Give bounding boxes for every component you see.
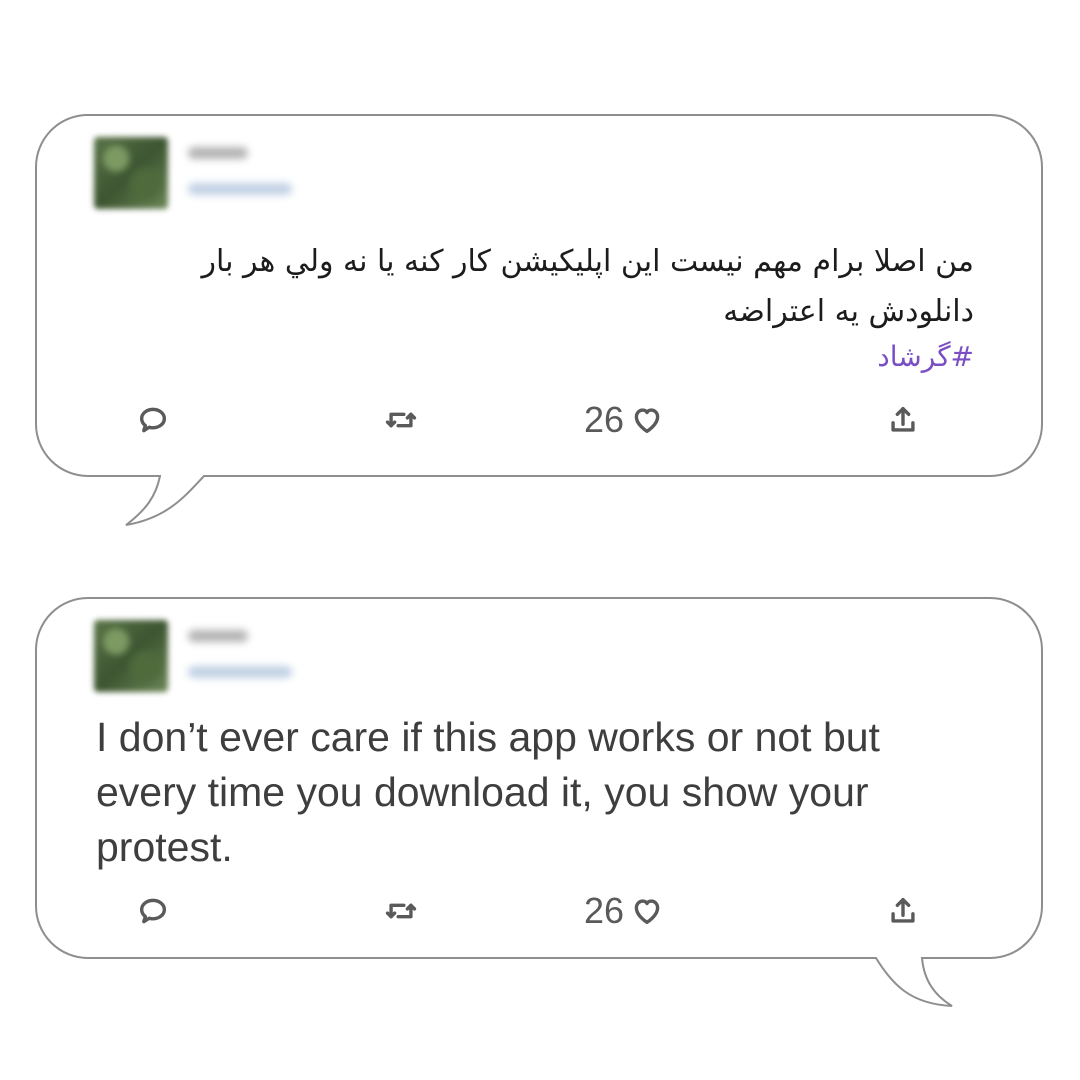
tweet-card-english[interactable]: I don’t ever care if this app works or n… — [40, 598, 1040, 956]
tweet-text-line: I don’t ever care if this app works or n… — [96, 714, 880, 760]
share-button[interactable] — [886, 397, 920, 443]
retweet-button[interactable] — [384, 888, 418, 934]
share-icon — [891, 406, 915, 432]
tweet-text: I don’t ever care if this app works or n… — [96, 710, 1016, 875]
reply-button[interactable] — [136, 888, 170, 934]
tweet-text-line: every time you download it, you show you… — [96, 769, 869, 815]
hashtag-link[interactable]: #گرشاد — [877, 337, 974, 377]
tweet-text: من اصلا برام مهم نیست این اپلیکیشن کار ک… — [114, 237, 974, 337]
tweet-text-line: protest. — [96, 824, 233, 870]
retweet-button[interactable] — [384, 397, 418, 443]
avatar[interactable] — [94, 137, 168, 209]
retweet-icon — [385, 903, 417, 919]
retweet-icon — [385, 412, 417, 428]
tweet-text-line: من اصلا برام مهم نیست این اپلیکیشن کار ک… — [201, 244, 974, 279]
reply-icon — [139, 898, 167, 924]
like-count: 26 — [584, 890, 625, 931]
tweet-text-line: دانلودش یه اعتراضه — [723, 294, 974, 329]
share-icon — [891, 897, 915, 923]
share-button[interactable] — [886, 888, 920, 934]
heart-icon — [634, 899, 660, 925]
blurred-user-handle[interactable] — [188, 666, 292, 678]
reply-icon — [139, 407, 167, 433]
blurred-user-name[interactable] — [188, 147, 248, 159]
blurred-user-handle[interactable] — [188, 183, 292, 195]
like-button[interactable]: 26 — [584, 397, 664, 443]
avatar[interactable] — [94, 620, 168, 692]
heart-icon — [634, 408, 660, 434]
like-button[interactable]: 26 — [584, 888, 664, 934]
like-count: 26 — [584, 399, 625, 440]
reply-button[interactable] — [136, 397, 170, 443]
tweet-actions: 26 — [40, 397, 1040, 443]
tweet-actions: 26 — [40, 888, 1040, 934]
blurred-user-name[interactable] — [188, 630, 248, 642]
tweet-card-persian[interactable]: من اصلا برام مهم نیست این اپلیکیشن کار ک… — [40, 115, 1040, 475]
